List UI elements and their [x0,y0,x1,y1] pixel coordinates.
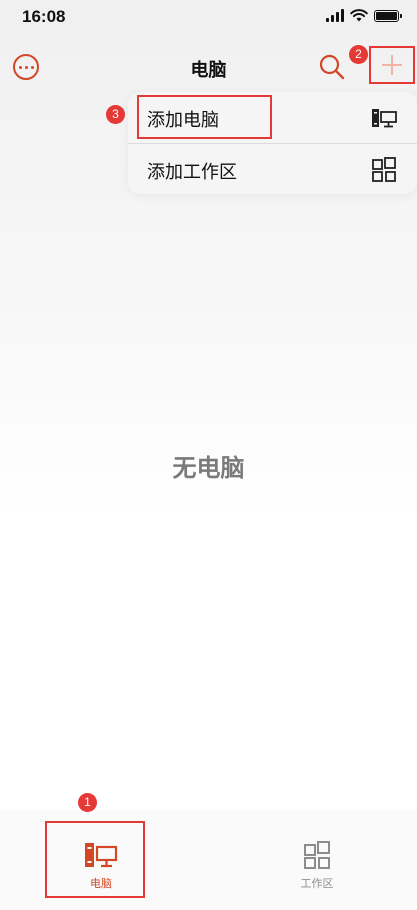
plus-icon [382,55,402,75]
status-icons [326,9,402,22]
workspace-grid-icon [372,157,396,182]
battery-icon [374,9,402,22]
annotation-badge-2: 2 [349,45,368,64]
search-icon [319,54,345,80]
signal-icon [326,9,344,22]
annotation-badge-3: 3 [106,105,125,124]
navigation-header: 电脑 2 [0,40,417,96]
annotation-highlight-add-computer [137,95,272,139]
search-button[interactable] [317,52,347,82]
workspace-grid-icon [304,841,330,869]
add-button[interactable] [369,46,415,84]
annotation-badge-1: 1 [78,793,97,812]
status-time: 16:08 [22,7,66,26]
wifi-icon [350,9,368,22]
tab-workspaces[interactable]: 工作区 [257,810,377,900]
menu-item-label: 添加工作区 [147,162,237,183]
annotation-highlight-computers-tab [45,821,145,898]
status-bar: 16:08 [0,0,417,36]
computer-icon [372,109,397,128]
menu-item-add-workspace[interactable]: 添加工作区 [128,144,417,195]
empty-state-text: 无电脑 [172,454,245,482]
tab-label: 工作区 [300,877,334,890]
app-screen: 16:08 电脑 2 添加电脑 添加工作区 3 无电脑 电脑 工作区 1 [0,0,417,910]
